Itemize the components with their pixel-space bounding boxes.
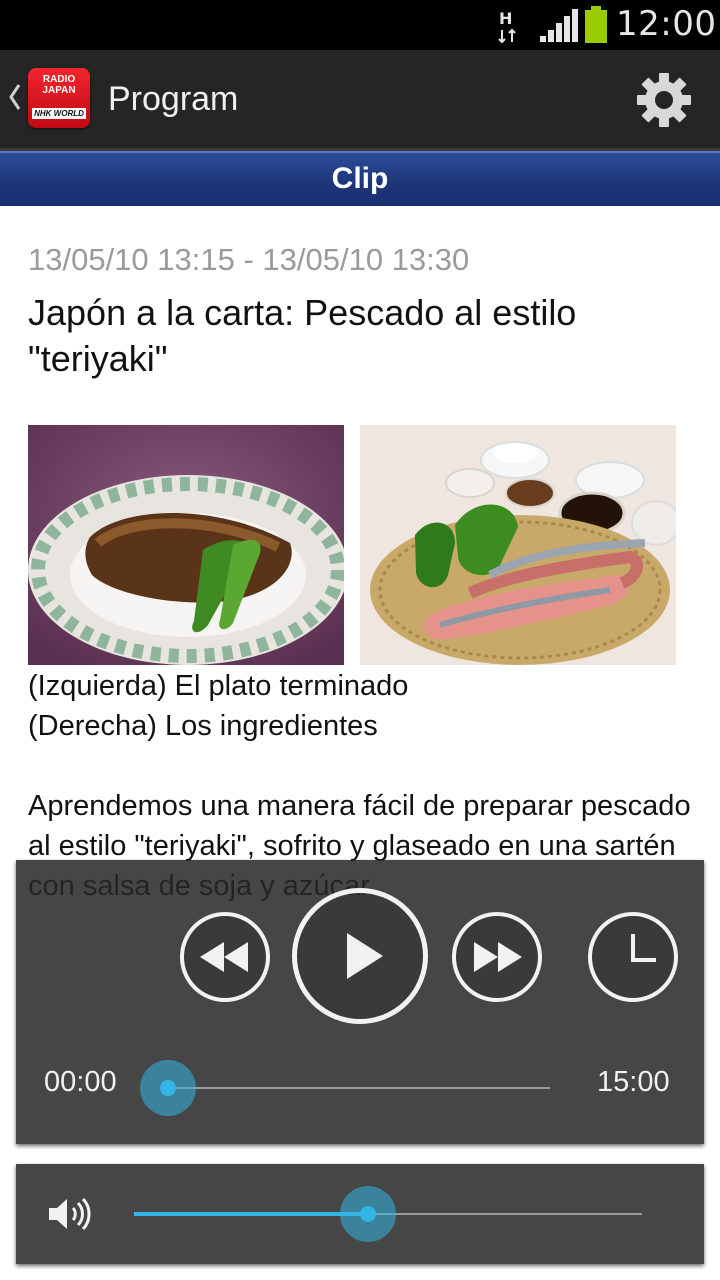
network-activity-icon: H	[498, 9, 516, 44]
total-time: 15:00	[597, 1066, 670, 1098]
settings-gear-icon[interactable]	[636, 72, 692, 128]
status-clock: 12:00	[616, 4, 717, 44]
fast-forward-button[interactable]	[452, 912, 542, 1002]
seek-bar-track[interactable]	[168, 1087, 550, 1089]
caption-right: (Derecha) Los ingredientes	[28, 710, 378, 742]
elapsed-time: 00:00	[44, 1066, 117, 1098]
battery-icon	[585, 6, 607, 43]
volume-slider-fill	[134, 1212, 368, 1216]
page-title: Program	[108, 80, 239, 118]
finished-dish-photo	[28, 425, 344, 665]
fast-forward-icon	[474, 942, 522, 972]
network-type-label: H	[499, 9, 512, 28]
program-datetime: 13/05/10 13:15 - 13/05/10 13:30	[28, 242, 470, 277]
volume-icon[interactable]	[46, 1194, 92, 1234]
rewind-icon	[200, 942, 248, 972]
volume-slider-thumb[interactable]	[339, 1186, 396, 1242]
player-panel: 00:00 15:00	[16, 860, 704, 1144]
rewind-button[interactable]	[180, 912, 270, 1002]
sleep-timer-button[interactable]	[588, 912, 678, 1002]
play-button[interactable]	[292, 888, 428, 1024]
action-bar: RADIO JAPAN NHK WORLD Program	[0, 50, 720, 150]
play-icon	[347, 933, 383, 979]
logo-text-japan: JAPAN	[42, 85, 76, 96]
status-bar: H 12:00	[0, 0, 720, 50]
volume-panel	[16, 1164, 704, 1264]
ingredients-photo	[360, 425, 676, 665]
seek-bar-thumb[interactable]	[140, 1060, 196, 1116]
app-logo-icon[interactable]: RADIO JAPAN NHK WORLD	[28, 68, 90, 128]
signal-icon	[540, 9, 578, 42]
sleep-timer-icon	[631, 934, 656, 962]
caption-left: (Izquierda) El plato terminado	[28, 670, 409, 702]
logo-text-nhk-world: NHK WORLD	[32, 108, 86, 119]
program-title: Japón a la carta: Pescado al estilo "ter…	[28, 292, 577, 379]
section-header: Clip	[0, 151, 720, 206]
photo-caption: (Izquierda) El plato terminado (Derecha)…	[28, 666, 408, 746]
back-chevron-icon[interactable]	[8, 82, 22, 112]
logo-text-radio: RADIO	[42, 74, 76, 85]
